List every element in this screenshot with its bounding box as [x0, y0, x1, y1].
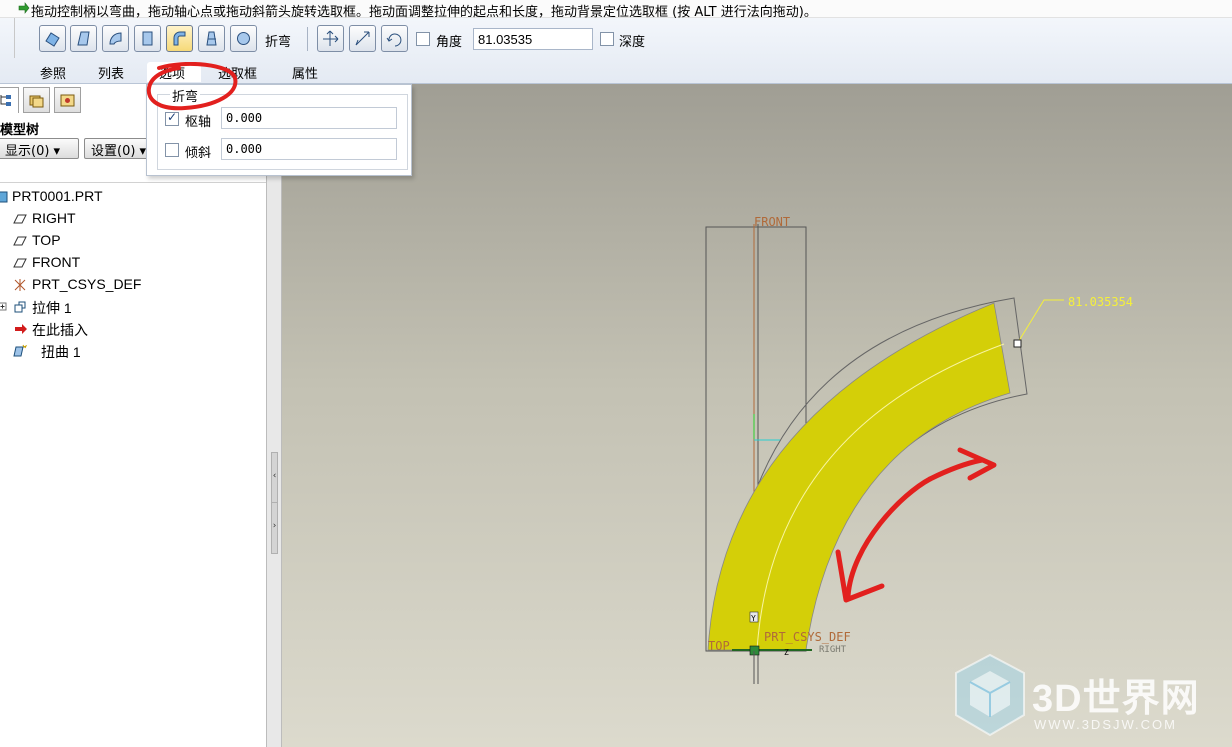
datum-plane-icon — [13, 214, 27, 224]
front-label: FRONT — [754, 215, 790, 229]
tree-label: FRONT — [32, 254, 81, 270]
spine-icon — [109, 32, 122, 45]
bend-icon — [173, 31, 186, 46]
tab-references[interactable]: 参照 — [40, 62, 66, 82]
bent-body — [707, 302, 1011, 651]
bend-handle — [1013, 339, 1022, 348]
settings-dropdown-button[interactable]: 设置(0) ▾ — [84, 138, 154, 159]
warp-dashboard: 折弯 角度 81.03535 深度 参照 列表 选项 选取框 属性 — [0, 18, 1232, 84]
depth-label: 深度 — [619, 35, 646, 50]
pivot-checkbox[interactable] — [165, 110, 179, 126]
tree-label: RIGHT — [32, 210, 76, 226]
csys-label: PRT_CSYS_DEF — [764, 630, 851, 644]
favorites-folder-icon — [60, 94, 75, 107]
z-axis-label: Z — [784, 648, 789, 657]
dimension-value: 81.035354 — [1068, 295, 1133, 309]
expand-icon — [0, 302, 7, 311]
insert-here-icon — [15, 324, 27, 334]
watermark-brand: 3D世界网 — [1032, 678, 1200, 720]
tab-options[interactable]: 选项 — [147, 62, 201, 82]
dimension-leader — [1016, 299, 1064, 345]
tree-label: TOP — [32, 232, 61, 248]
bend-tool-button[interactable] — [166, 25, 193, 52]
datum-plane-icon — [13, 236, 27, 246]
folder-icon — [29, 95, 44, 108]
tree-label: PRT_CSYS_DEF — [32, 276, 142, 292]
right-partial-label: RIGHT — [819, 645, 847, 655]
toggle-axis-button[interactable] — [317, 25, 344, 52]
extrude-icon — [14, 301, 26, 313]
warp-icon — [77, 31, 90, 46]
angle-checkbox[interactable] — [416, 32, 430, 46]
sculpt-icon — [237, 32, 250, 45]
tilt-label: 倾斜 — [185, 146, 212, 161]
stretch-icon — [142, 31, 153, 46]
graphics-window[interactable]: 81.035354 FRONT TOP PRT_CSYS_DEF RIGHT Y… — [282, 84, 1232, 747]
y-axis-label: Y — [751, 614, 756, 623]
tab-marquee[interactable]: 选取框 — [218, 62, 257, 82]
axis-arrows-icon — [323, 30, 339, 46]
tilt-checkbox[interactable] — [165, 143, 179, 157]
model-tree-icon — [0, 95, 11, 106]
tree-label: 在此插入 — [32, 322, 88, 338]
transform-tool-button[interactable] — [39, 25, 66, 52]
tree-label: 扭曲 1 — [41, 344, 81, 360]
navigator-panel: 模型树 显示(0) ▾ 设置(0) ▾ PRT0001.PRT RIGHT TO… — [0, 84, 266, 747]
bend-mode-label: 折弯 — [265, 35, 292, 50]
twist-tool-button[interactable] — [198, 25, 225, 52]
coordinate-system-icon — [14, 279, 26, 291]
tab-favorites[interactable] — [54, 87, 81, 113]
depth-checkbox[interactable] — [600, 32, 614, 46]
spine-tool-button[interactable] — [102, 25, 129, 52]
tab-folder-browser[interactable] — [23, 87, 50, 113]
collapse-left-grip[interactable]: ‹ — [271, 452, 278, 504]
tab-model-tree[interactable] — [0, 87, 19, 113]
flip-direction-button[interactable] — [349, 25, 376, 52]
tree-label: PRT0001.PRT — [12, 188, 103, 204]
pivot-input[interactable]: 0.000 — [221, 107, 397, 129]
warp-tool-button[interactable] — [70, 25, 97, 52]
expand-right-grip[interactable]: › — [271, 502, 278, 554]
options-panel: 折弯 枢轴 0.000 倾斜 0.000 — [146, 84, 412, 176]
part-icon — [0, 191, 8, 203]
top-label: TOP — [708, 639, 730, 653]
bend-group-title: 折弯 — [170, 86, 201, 105]
rotate-icon — [386, 33, 402, 47]
transform-icon — [45, 32, 60, 47]
rotate-marquee-button[interactable] — [381, 25, 408, 52]
angle-input[interactable]: 81.03535 — [473, 28, 593, 50]
pivot-label: 枢轴 — [185, 115, 212, 130]
message-bar: 拖动控制柄以弯曲，拖动轴心点或拖动斜箭头旋转选取框。拖动面调整拉伸的起点和长度，… — [0, 0, 1232, 20]
panel-splitter[interactable]: ‹ › — [266, 84, 282, 747]
watermark-url: WWW.3DSJW.COM — [1034, 717, 1177, 732]
datum-plane-icon — [13, 258, 27, 268]
tree-label: 拉伸 1 — [32, 300, 72, 316]
tilt-input[interactable]: 0.000 — [221, 138, 397, 160]
twist-icon — [206, 31, 217, 46]
warp-icon — [13, 344, 28, 357]
watermark: 3D世界网 WWW.3DSJW.COM — [950, 649, 1230, 745]
green-arrow-icon — [18, 2, 30, 14]
model-scene: 81.035354 FRONT TOP PRT_CSYS_DEF RIGHT Y… — [705, 215, 1133, 684]
tab-properties[interactable]: 属性 — [292, 62, 318, 82]
model-tree-title: 模型树 — [0, 123, 40, 138]
diagonal-arrows-icon — [355, 31, 370, 46]
display-dropdown-button[interactable]: 显示(0) ▾ — [0, 138, 79, 159]
angle-label: 角度 — [436, 35, 463, 50]
watermark-cube-icon — [955, 653, 1025, 737]
stretch-tool-button[interactable] — [134, 25, 161, 52]
sculpt-tool-button[interactable] — [230, 25, 257, 52]
tab-list[interactable]: 列表 — [98, 62, 124, 82]
